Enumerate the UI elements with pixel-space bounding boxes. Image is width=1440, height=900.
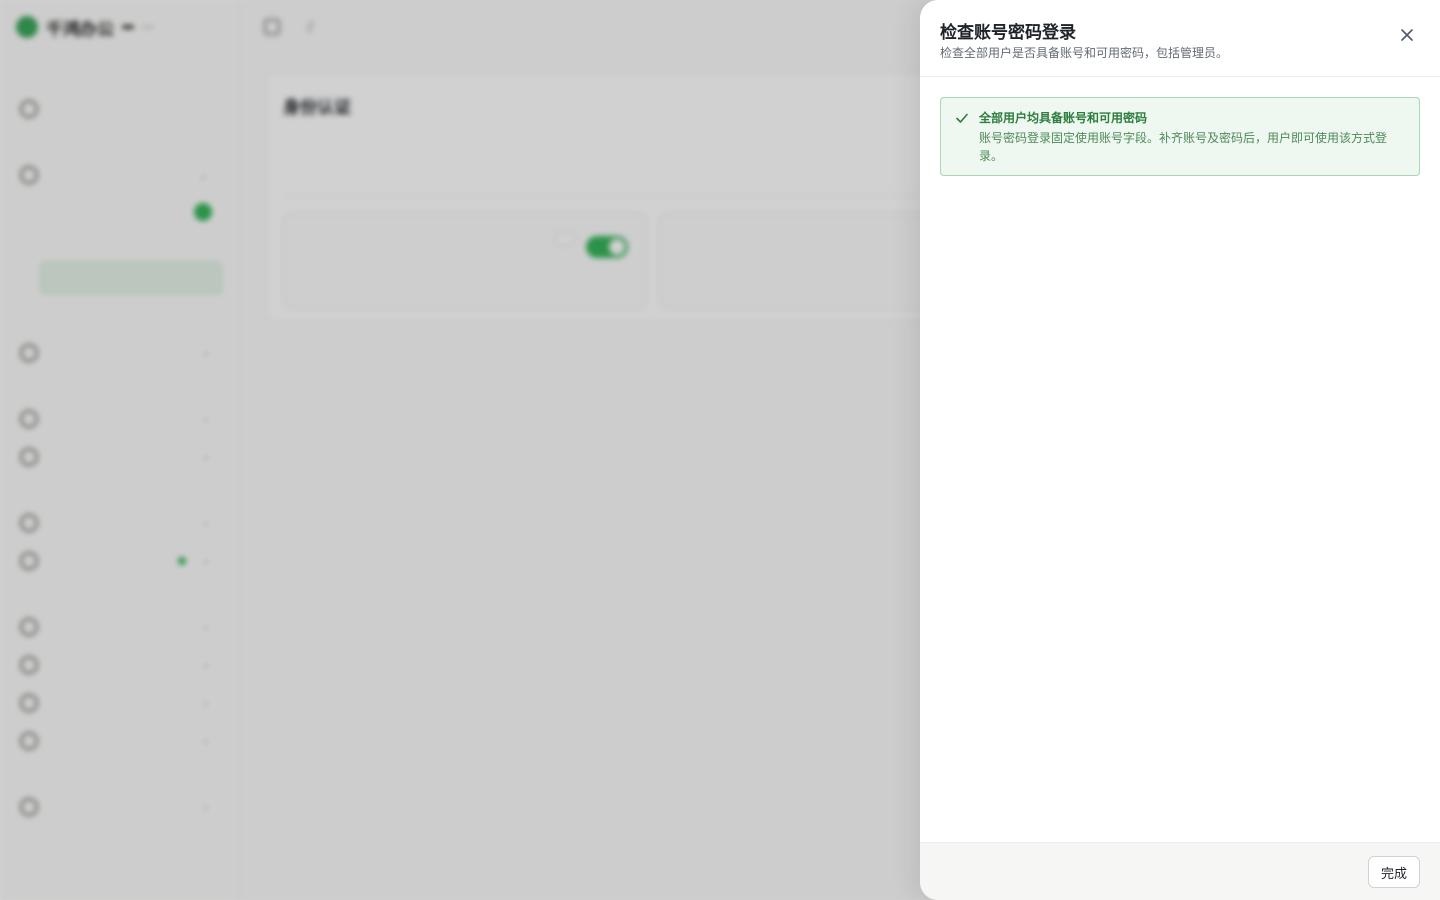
drawer-title: 检查账号密码登录 [940, 23, 1076, 43]
alert-title: 全部用户均具备账号和可用密码 [979, 111, 1148, 125]
alert-body: 账号密码登录固定使用账号字段。补齐账号及密码后，用户即可使用该方式登录。 [979, 131, 1388, 163]
drawer-header: 检查账号密码登录 检查全部用户是否具备账号和可用密码，包括管理员。 [920, 0, 1440, 77]
check-login-drawer: 检查账号密码登录 检查全部用户是否具备账号和可用密码，包括管理员。 全部用户均具… [920, 0, 1440, 900]
close-icon [1401, 29, 1413, 41]
check-icon [956, 113, 968, 123]
drawer-subtitle: 检查全部用户是否具备账号和可用密码，包括管理员。 [940, 46, 1229, 60]
drawer-footer: 完成 [920, 842, 1440, 900]
success-alert: 全部用户均具备账号和可用密码 账号密码登录固定使用账号字段。补齐账号及密码后，用… [940, 97, 1420, 176]
done-button[interactable]: 完成 [1367, 856, 1420, 888]
close-button[interactable] [1396, 24, 1418, 46]
